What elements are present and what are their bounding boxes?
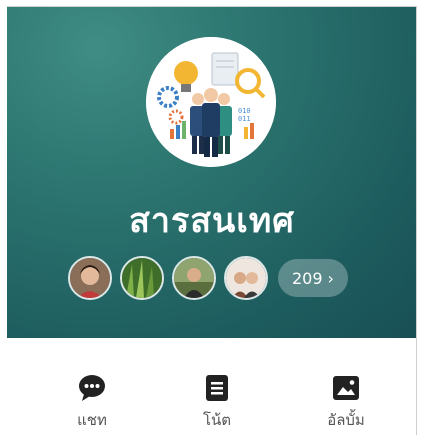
business-team-illustration: 010 011: [146, 37, 276, 167]
chevron-right-icon: ›: [327, 268, 334, 288]
group-name: สารสนเทศ: [129, 201, 295, 241]
album-icon: [332, 374, 360, 402]
group-cover-image[interactable]: 010 011: [146, 37, 276, 167]
note-icon: [203, 374, 231, 402]
member-count: 209: [292, 268, 323, 288]
member-avatar[interactable]: [120, 256, 164, 300]
chat-label: แชท: [77, 411, 107, 429]
chat-button[interactable]: แชท: [42, 374, 142, 432]
action-bar: แชท โน้ต อัลบั้ม: [7, 338, 416, 435]
album-button[interactable]: อัลบั้ม: [296, 374, 396, 432]
person-outdoors-avatar: [174, 258, 214, 298]
group-profile-screen: 010 011 สารสนเทศ 209 › แชท โน้ต อัลบั้ม: [7, 6, 417, 435]
chat-bubble-icon: [78, 374, 106, 402]
member-avatar[interactable]: [68, 256, 112, 300]
svg-text:010: 010: [238, 107, 251, 115]
member-avatar[interactable]: [172, 256, 216, 300]
album-label: อัลบั้ม: [327, 411, 365, 429]
two-people-avatar: [226, 258, 266, 298]
note-label: โน้ต: [202, 411, 232, 429]
group-header: 010 011 สารสนเทศ 209 ›: [7, 7, 416, 338]
member-avatar[interactable]: [224, 256, 268, 300]
note-button[interactable]: โน้ต: [167, 374, 267, 432]
member-count-button[interactable]: 209 ›: [278, 259, 348, 297]
svg-text:011: 011: [238, 115, 251, 123]
member-list[interactable]: 209 ›: [68, 256, 348, 300]
woman-smiling-avatar: [70, 258, 110, 298]
green-grass-avatar: [122, 258, 162, 298]
